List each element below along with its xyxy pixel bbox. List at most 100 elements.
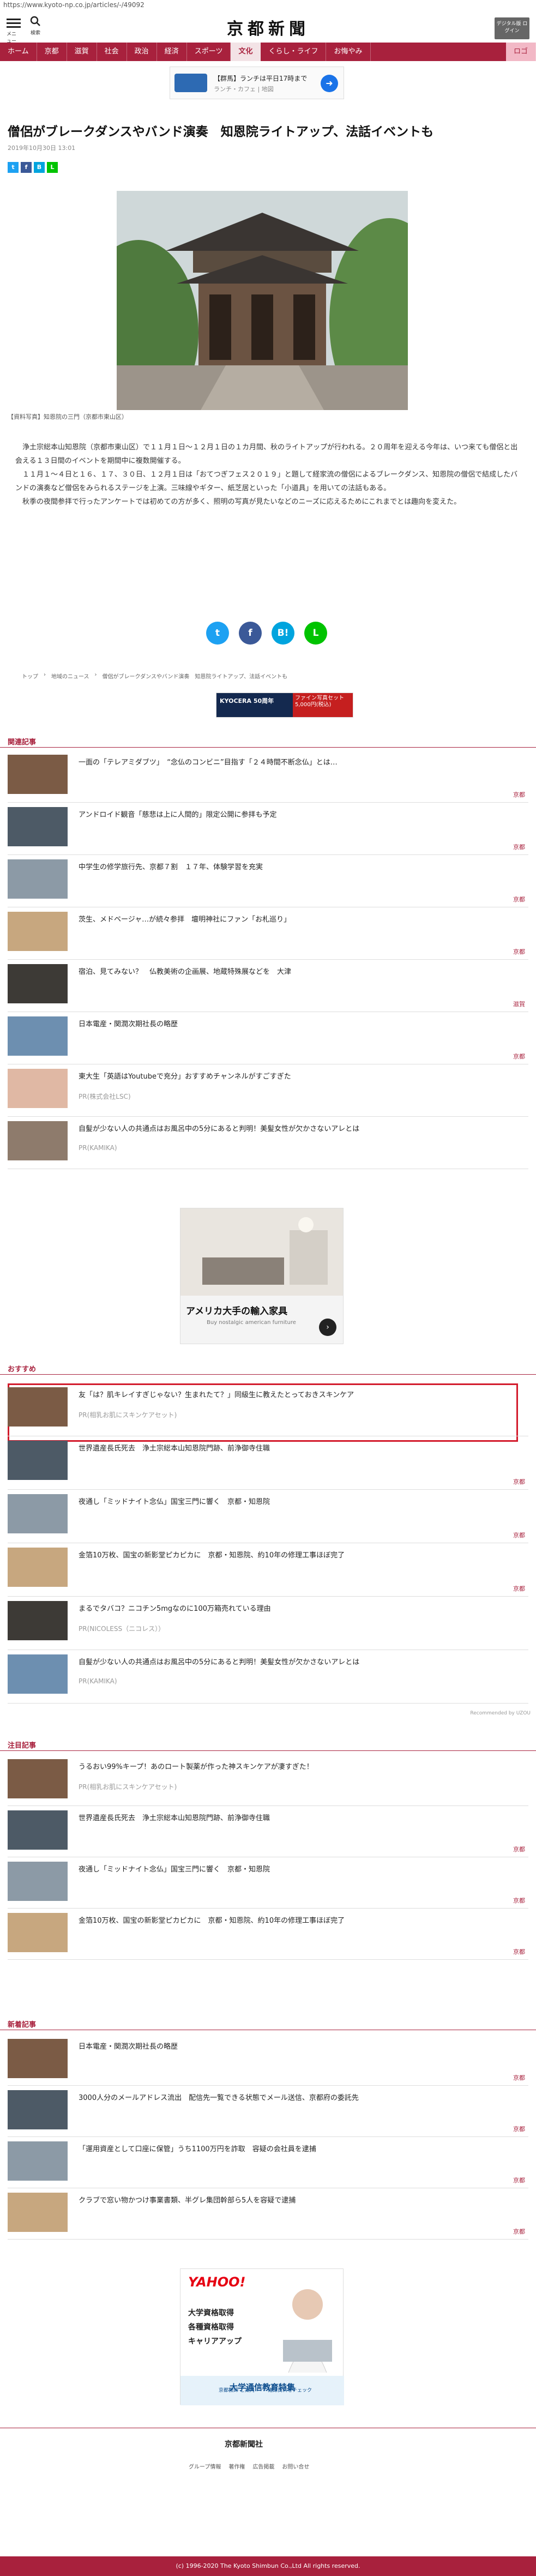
list-item[interactable]: 日本電産・関潤次期社長の略歴京都 xyxy=(8,2037,528,2086)
list-item[interactable]: 日本電産・関潤次期社長の略歴京都 xyxy=(8,1014,528,1064)
item-title[interactable]: 「運用資産として口座に保管」うち1100万円を詐取 容疑の会社員を逮捕 xyxy=(79,2143,316,2153)
thumbnail xyxy=(8,807,68,846)
ad-button[interactable]: 雑誌資料をチェック xyxy=(268,2386,312,2393)
item-title[interactable]: 夜通し「ミッドナイト念仏」国宝三門に響く 京都・知恩院 xyxy=(79,1863,270,1874)
footer-logo[interactable]: 京都新聞社 xyxy=(225,2439,263,2449)
list-item[interactable]: 宿泊、見てみない？ 仏教美術の企画展、地蔵特殊展などを 大津滋賀 xyxy=(8,962,528,1012)
item-title[interactable]: 東大生「英語はYoutubeで充分」おすすめチャンネルがすごすぎた xyxy=(79,1070,291,1081)
item-title[interactable]: 友「は？肌キレイすぎじゃない？生まれたて？」同級生に教えたとっておきスキンケア xyxy=(79,1389,354,1399)
hatena-icon[interactable]: B xyxy=(34,162,45,173)
nav-item[interactable]: ロゴ xyxy=(505,43,536,61)
list-item[interactable]: 自髪が少ない人の共通点はお風呂中の5分にあると判明！美髪女性が欠かさないアレとは… xyxy=(8,1652,528,1704)
list-item[interactable]: 夜通し「ミッドナイト念仏」国宝三門に響く 京都・知恩院京都 xyxy=(8,1492,528,1543)
item-title[interactable]: 世界遺産長氏死去 浄土宗総本山知恩院門跡、前浄御寺住職 xyxy=(79,1442,270,1453)
item-title[interactable]: うるおい99%キープ！あのロート製薬が作った神スキンケアが凄すぎた！ xyxy=(79,1761,314,1771)
item-tag[interactable]: 京都 xyxy=(513,790,525,799)
nav-item[interactable]: 滋賀 xyxy=(67,43,97,61)
nav-item[interactable]: 社会 xyxy=(97,43,127,61)
ad-banner-mid[interactable]: KYOCERA 50周年 ファイン写真セット 5,000円(税込) xyxy=(216,693,353,718)
item-title[interactable]: 夜通し「ミッドナイト念仏」国宝三門に響く 京都・知恩院 xyxy=(79,1496,270,1506)
twitter-icon[interactable]: t xyxy=(206,622,229,645)
nav-item[interactable]: 政治 xyxy=(127,43,157,61)
ad-button[interactable]: 京都教師 ご案内 xyxy=(219,2386,255,2393)
list-item[interactable]: まるでタバコ？ニコチン5mgなのに100万箱売れている理由 PR(NICOLESS… xyxy=(8,1599,528,1650)
list-item[interactable]: 自髪が少ない人の共通点はお風呂中の5分にあると判明！美髪女性が欠かさないアレとは… xyxy=(8,1119,528,1169)
item-tag[interactable]: 京都 xyxy=(513,947,525,956)
nav-item[interactable]: スポーツ xyxy=(187,43,231,61)
ad-arrow-icon[interactable]: ➜ xyxy=(321,75,338,92)
item-title[interactable]: まるでタバコ？ニコチン5mgなのに100万箱売れている理由 xyxy=(79,1603,271,1613)
list-item[interactable]: 友「は？肌キレイすぎじゃない？生まれたて？」同級生に教えたとっておきスキンケア P… xyxy=(8,1385,528,1436)
item-title[interactable]: 宿泊、見てみない？ 仏教美術の企画展、地蔵特殊展などを 大津 xyxy=(79,966,291,976)
nav-item[interactable]: くらし・ライフ xyxy=(261,43,327,61)
item-title[interactable]: 金箔10万枚、国宝の新影堂ピカピカに 京都・知恩院、約10年の修理工事ほぼ完了 xyxy=(79,1549,345,1560)
search-button[interactable]: 検索 xyxy=(27,16,44,36)
item-tag[interactable]: 京都 xyxy=(513,842,525,851)
item-tag[interactable]: 京都 xyxy=(513,2176,525,2184)
list-item[interactable]: 3000人分のメールアドレス流出 配信先一覧できる状態でメール送信、京都府の委託… xyxy=(8,2088,528,2137)
list-item[interactable]: 茨生、メドベージャ…が続々参拝 壇明神社にファン「お札巡り」京都 xyxy=(8,910,528,960)
digital-login-button[interactable]: デジタル版 ログイン xyxy=(495,17,529,39)
line-icon[interactable]: L xyxy=(304,622,327,645)
nav-item[interactable]: ホーム xyxy=(0,43,37,61)
list-item[interactable]: 世界遺産長氏死去 浄土宗総本山知恩院門跡、前浄御寺住職京都 xyxy=(8,1808,528,1857)
item-title[interactable]: 日本電産・関潤次期社長の略歴 xyxy=(79,1018,178,1028)
item-title[interactable]: 一面の「テレアミダブツ」 “念仏のコンビニ”目指す「２４時間不断念仏」とは… xyxy=(79,756,338,767)
list-item[interactable]: 金箔10万枚、国宝の新影堂ピカピカに 京都・知恩院、約10年の修理工事ほぼ完了京… xyxy=(8,1545,528,1597)
item-tag[interactable]: 京都 xyxy=(513,1584,525,1593)
hatena-icon[interactable]: B! xyxy=(272,622,294,645)
item-tag[interactable]: 京都 xyxy=(513,1477,525,1486)
ad-yahoo[interactable]: YAHOO! 大学資格取得 各種資格取得 キャリアアップ 大学通信教育特集 京都… xyxy=(180,2268,344,2405)
nav-item[interactable]: 京都 xyxy=(37,43,67,61)
list-item[interactable]: うるおい99%キープ！あのロート製薬が作った神スキンケアが凄すぎた！ PR(相乳お… xyxy=(8,1757,528,1806)
list-item[interactable]: 東大生「英語はYoutubeで充分」おすすめチャンネルがすごすぎた PR(株式会社… xyxy=(8,1067,528,1117)
item-title[interactable]: 3000人分のメールアドレス流出 配信先一覧できる状態でメール送信、京都府の委託… xyxy=(79,2092,359,2102)
item-title[interactable]: 世界遺産長氏死去 浄土宗総本山知恩院門跡、前浄御寺住職 xyxy=(79,1812,270,1822)
item-tag[interactable]: 京都 xyxy=(513,1896,525,1905)
ad-arrow-icon[interactable]: › xyxy=(319,1319,336,1336)
facebook-icon[interactable]: f xyxy=(239,622,262,645)
list-item[interactable]: アンドロイド観音「慈悲は上に人間的」限定公開に参拝も予定京都 xyxy=(8,805,528,855)
footer-links: グループ情報 著作権 広告掲載 お問い合せ xyxy=(189,2462,309,2470)
breadcrumb-item[interactable]: トップ xyxy=(22,672,38,680)
ad-banner-top[interactable]: 【群馬】ランチは平日17時まで ランチ・カフェ | 地図 ➜ xyxy=(170,67,344,99)
site-logo[interactable]: 京都新聞 xyxy=(214,15,323,39)
item-tag[interactable]: 京都 xyxy=(513,2124,525,2133)
item-tag[interactable]: 京都 xyxy=(513,2227,525,2236)
item-title[interactable]: クラブで窓い物かつけ事業書類、半グレ集団幹部ら5人を容疑で逮捕 xyxy=(79,2194,296,2205)
breadcrumb-item[interactable]: 地域のニュース xyxy=(51,672,89,680)
footer-link[interactable]: 広告掲載 xyxy=(252,2462,274,2470)
footer-link[interactable]: 著作権 xyxy=(228,2462,245,2470)
item-title[interactable]: 中学生の修学旅行先、京都７割 １７年、体験学習を充実 xyxy=(79,861,263,871)
list-item[interactable]: 中学生の修学旅行先、京都７割 １７年、体験学習を充実京都 xyxy=(8,857,528,907)
item-tag[interactable]: 京都 xyxy=(513,2073,525,2082)
item-title[interactable]: 自髪が少ない人の共通点はお風呂中の5分にあると判明！美髪女性が欠かさないアレとは xyxy=(79,1123,359,1133)
item-tag[interactable]: 京都 xyxy=(513,895,525,904)
list-item[interactable]: 一面の「テレアミダブツ」 “念仏のコンビニ”目指す「２４時間不断念仏」とは… 京都 xyxy=(8,753,528,803)
item-tag[interactable]: 京都 xyxy=(513,1845,525,1853)
nav-item[interactable]: 文化 xyxy=(231,43,261,61)
item-tag[interactable]: 京都 xyxy=(513,1052,525,1061)
item-title[interactable]: 茨生、メドベージャ…が続々参拝 壇明神社にファン「お札巡り」 xyxy=(79,913,291,924)
item-title[interactable]: 金箔10万枚、国宝の新影堂ピカピカに 京都・知恩院、約10年の修理工事ほぼ完了 xyxy=(79,1915,345,1925)
list-item[interactable]: 「運用資産として口座に保管」うち1100万円を詐取 容疑の会社員を逮捕京都 xyxy=(8,2139,528,2188)
item-tag[interactable]: 滋賀 xyxy=(513,1000,525,1008)
line-icon[interactable]: L xyxy=(47,162,58,173)
list-item[interactable]: クラブで窓い物かつけ事業書類、半グレ集団幹部ら5人を容疑で逮捕京都 xyxy=(8,2190,528,2240)
twitter-icon[interactable]: t xyxy=(8,162,19,173)
ad-furniture[interactable]: アメリカ大手の輸入家具 Buy nostalgic american furni… xyxy=(180,1208,344,1344)
footer-link[interactable]: グループ情報 xyxy=(189,2462,221,2470)
item-tag[interactable]: 京都 xyxy=(513,1531,525,1539)
nav-item[interactable]: 経済 xyxy=(157,43,187,61)
item-title[interactable]: 日本電産・関潤次期社長の略歴 xyxy=(79,2041,178,2051)
menu-button[interactable]: メニュー xyxy=(7,16,21,44)
nav-item[interactable]: お悔やみ xyxy=(326,43,371,61)
list-item[interactable]: 金箔10万枚、国宝の新影堂ピカピカに 京都・知恩院、約10年の修理工事ほぼ完了京… xyxy=(8,1911,528,1960)
item-title[interactable]: 自髪が少ない人の共通点はお風呂中の5分にあると判明！美髪女性が欠かさないアレとは xyxy=(79,1656,359,1666)
list-item[interactable]: 世界遺産長氏死去 浄土宗総本山知恩院門跡、前浄御寺住職京都 xyxy=(8,1439,528,1490)
list-item[interactable]: 夜通し「ミッドナイト念仏」国宝三門に響く 京都・知恩院京都 xyxy=(8,1859,528,1909)
facebook-icon[interactable]: f xyxy=(21,162,32,173)
item-title[interactable]: アンドロイド観音「慈悲は上に人間的」限定公開に参拝も予定 xyxy=(79,809,276,819)
footer-link[interactable]: お問い合せ xyxy=(282,2462,309,2470)
item-tag[interactable]: 京都 xyxy=(513,1947,525,1956)
